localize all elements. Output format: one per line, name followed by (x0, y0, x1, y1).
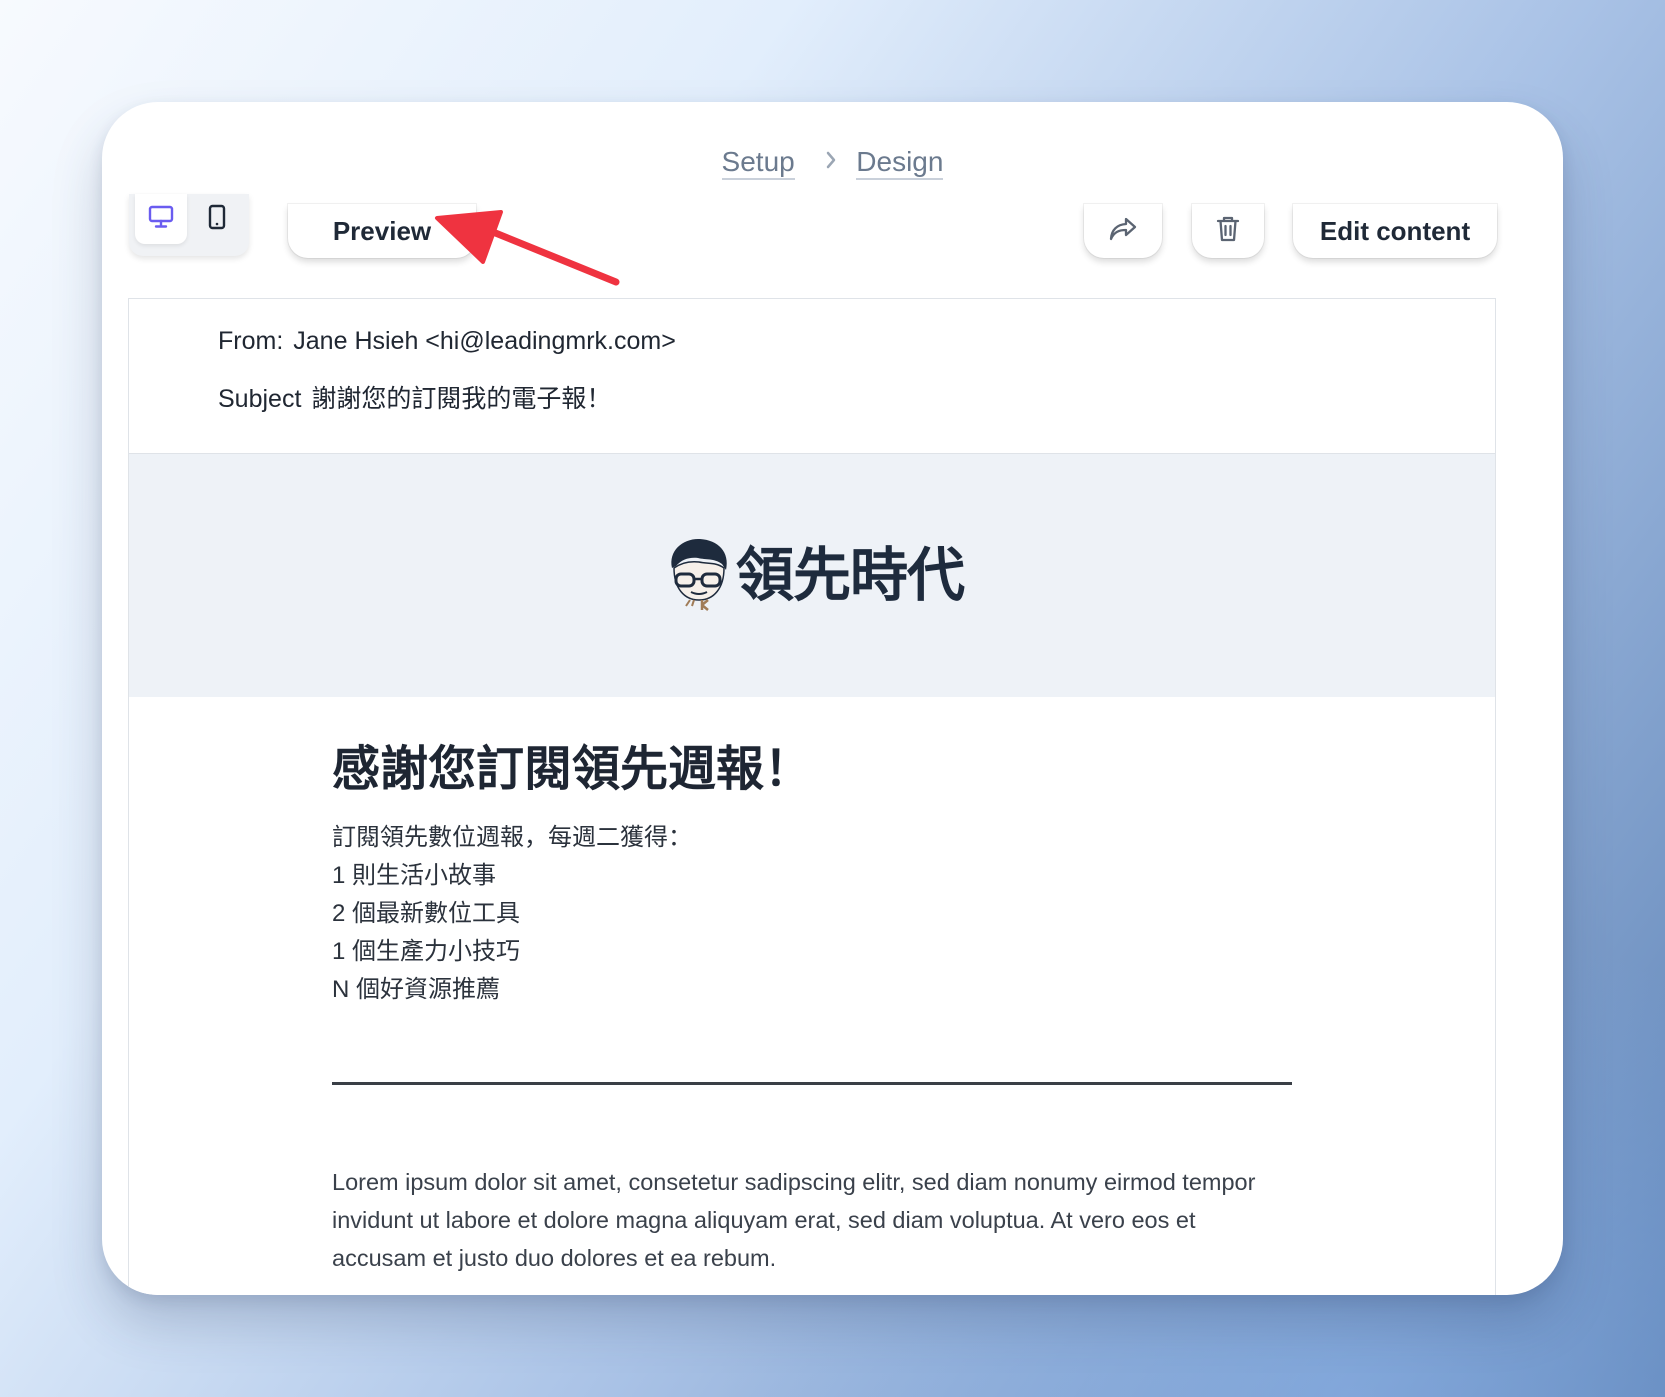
email-headline: 感謝您訂閱領先週報！ (332, 743, 813, 796)
intro-list: 訂閱領先數位週報，每週二獲得： 1 則生活小故事 2 個最新數位工具 1 個生產… (332, 819, 692, 1009)
brand-logo-text: 領先時代 (736, 541, 965, 609)
mobile-view-button[interactable] (191, 194, 243, 244)
intro-line: 1 個生產力小技巧 (332, 938, 521, 965)
breadcrumb-setup[interactable]: Setup (721, 146, 795, 180)
preview-button[interactable]: Preview (288, 204, 476, 258)
divider (332, 1082, 1292, 1085)
edit-content-button[interactable]: Edit content (1293, 204, 1497, 258)
email-banner: 領先時代 (129, 454, 1495, 697)
intro-line: N 個好資源推薦 (332, 976, 500, 1003)
from-value: Jane Hsieh <hi@leadingmrk.com> (293, 327, 676, 355)
trash-icon (1215, 215, 1241, 248)
intro-line: 2 個最新數位工具 (332, 900, 521, 927)
chevron-right-icon (825, 142, 837, 182)
delete-button[interactable] (1192, 204, 1264, 258)
email-header: From: Jane Hsieh <hi@leadingmrk.com> Subj… (129, 299, 1495, 454)
email-subject: Subject 謝謝您的訂閱我的電子報！ (218, 379, 611, 415)
intro-line: 訂閱領先數位週報，每週二獲得： (332, 824, 692, 851)
device-toggle (129, 194, 249, 256)
subject-label: Subject (218, 385, 302, 413)
breadcrumb-design[interactable]: Design (856, 146, 944, 180)
desktop-icon (148, 205, 174, 234)
mobile-icon (208, 204, 226, 235)
share-icon (1107, 215, 1139, 248)
body-paragraph: Lorem ipsum dolor sit amet, consetetur s… (332, 1169, 1256, 1271)
subject-value: 謝謝您的訂閱我的電子報！ (311, 385, 612, 413)
breadcrumb: Setup Design (102, 142, 1563, 182)
email-from: From: Jane Hsieh <hi@leadingmrk.com> (218, 327, 676, 356)
brand-logo: 領先時代 (664, 536, 974, 618)
editor-window: Setup Design Preview Edit content From: … (102, 102, 1563, 1295)
mascot-face-icon (664, 536, 734, 623)
share-button[interactable] (1084, 204, 1162, 258)
from-label: From: (218, 327, 284, 355)
intro-line: 1 則生活小故事 (332, 862, 497, 889)
desktop-view-button[interactable] (135, 194, 187, 244)
email-preview: From: Jane Hsieh <hi@leadingmrk.com> Subj… (128, 298, 1496, 1295)
